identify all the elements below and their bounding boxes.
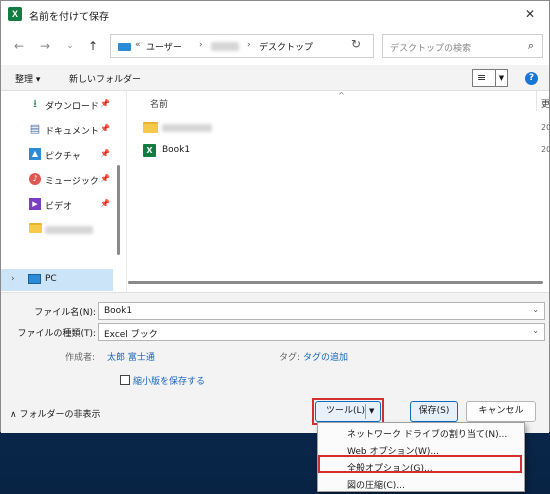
video-icon: ▶ [29, 198, 41, 210]
chevron-down-icon[interactable]: ▼ [495, 70, 507, 86]
expand-chevron-icon[interactable]: › [11, 274, 15, 284]
document-icon: ▤ [29, 122, 41, 135]
tags-value[interactable]: タグの追加 [303, 350, 348, 363]
excel-file-icon: X [143, 144, 156, 157]
sidebar-item-label: ミュージック [45, 177, 99, 187]
menu-item-map-network-drive[interactable]: ネットワーク ドライブの割り当て(N)... [318, 424, 524, 441]
search-box[interactable]: デスクトップの検索 ⌕ [382, 34, 543, 58]
pin-icon: 📌 [100, 149, 110, 158]
excel-app-icon: X [8, 7, 22, 21]
pin-icon: 📌 [100, 174, 110, 183]
filename-field[interactable]: Book1 ⌄ [98, 302, 545, 320]
save-thumbnail-checkbox[interactable] [120, 375, 130, 385]
sidebar-item-documents[interactable]: ▤ ドキュメント 📌 [1, 118, 119, 142]
file-row-book1[interactable]: X Book1 20 [140, 140, 550, 160]
new-folder-button[interactable]: 新しいフォルダー [69, 72, 141, 85]
forward-arrow-icon[interactable]: → [37, 38, 53, 54]
filename-label: ファイル名(N): [34, 308, 96, 318]
file-browser-area: ⭳ ダウンロード 📌 ▤ ドキュメント 📌 ▲ ピクチャ 📌 ♪ ミュージック … [1, 91, 550, 292]
navigation-bar: ← → ⌄ ↑ « ユーザー › › デスクトップ ⌄ デスクトップの検索 ⌕ [1, 27, 549, 65]
search-icon[interactable]: ⌕ [528, 39, 534, 53]
breadcrumb-desktop[interactable]: デスクトップ [259, 40, 313, 53]
save-as-dialog: X 名前を付けて保存 ✕ ← → ⌄ ↑ « ユーザー › › デスクトップ ⌄… [0, 0, 550, 433]
sidebar-item-music[interactable]: ♪ ミュージック 📌 [1, 168, 119, 192]
sidebar-scrollbar[interactable] [117, 165, 120, 255]
file-date: 20 [541, 123, 550, 132]
tags-label: タグ: [279, 353, 301, 363]
redacted-label [45, 226, 93, 237]
save-options-panel: ファイル名(N): Book1 ⌄ ファイルの種類(T): Excel ブック … [1, 292, 549, 433]
file-date: 20 [541, 145, 550, 154]
chevron-down-icon[interactable]: ⌄ [532, 326, 539, 335]
filename-value: Book1 [104, 306, 133, 316]
filetype-label: ファイルの種類(T): [17, 329, 96, 339]
pin-icon: 📌 [100, 124, 110, 133]
sidebar-item-label: ダウンロード [45, 102, 100, 112]
computer-icon [28, 274, 41, 284]
folder-icon [29, 223, 42, 235]
menu-item-compress-pictures[interactable]: 図の圧縮(C)... [318, 475, 524, 492]
hide-folders-toggle[interactable]: ∧ フォルダーの非表示 [10, 407, 100, 420]
cancel-button[interactable]: キャンセル [466, 401, 536, 422]
file-row-folder[interactable]: 20 [140, 118, 550, 138]
file-list: ^ 名前 更 20 X Book1 20 [128, 91, 550, 292]
sidebar-item-redacted-folder[interactable] [1, 218, 119, 242]
recent-locations-chevron-icon[interactable]: ⌄ [62, 38, 78, 54]
location-icon [118, 43, 131, 51]
pin-icon: 📌 [100, 199, 110, 208]
hide-folders-label: フォルダーの非表示 [19, 410, 101, 420]
column-divider[interactable] [536, 91, 537, 111]
horizontal-scrollbar[interactable] [128, 281, 543, 284]
file-name-redacted [162, 124, 212, 135]
sidebar-item-videos[interactable]: ▶ ビデオ 📌 [1, 193, 119, 217]
file-name: Book1 [162, 145, 191, 155]
sidebar-item-label: PC [45, 274, 57, 284]
breadcrumb-username-redacted[interactable] [211, 42, 239, 54]
picture-icon: ▲ [29, 148, 41, 160]
sort-up-icon: ^ [338, 91, 345, 100]
title-bar: X 名前を付けて保存 ✕ [1, 1, 549, 27]
music-icon: ♪ [29, 173, 41, 185]
general-options-highlight-box [318, 455, 522, 473]
pin-icon: 📌 [100, 99, 110, 108]
filetype-value: Excel ブック [104, 330, 158, 340]
breadcrumb-separator: › [199, 40, 203, 50]
organize-menu-button[interactable]: 整理 ▾ [15, 72, 40, 85]
chevron-down-icon[interactable]: ⌄ [532, 305, 539, 314]
address-bar[interactable]: « ユーザー › › デスクトップ ⌄ [110, 34, 441, 58]
navigation-pane: ⭳ ダウンロード 📌 ▤ ドキュメント 📌 ▲ ピクチャ 📌 ♪ ミュージック … [1, 91, 127, 292]
close-icon[interactable]: ✕ [521, 5, 539, 23]
column-header-date[interactable]: 更 [541, 97, 550, 110]
up-arrow-icon[interactable]: ↑ [85, 38, 101, 54]
dialog-title: 名前を付けて保存 [29, 12, 109, 23]
author-value[interactable]: 太郎 富士通 [107, 350, 155, 363]
menu-item-label: ネットワーク ドライブの割り当て(N)... [347, 430, 508, 440]
sidebar-item-label: ドキュメント [45, 127, 100, 137]
folder-icon [143, 122, 158, 133]
back-arrow-icon[interactable]: ← [11, 38, 27, 54]
command-toolbar: 整理 ▾ 新しいフォルダー ≡ ▼ ? [1, 65, 549, 91]
sidebar-item-downloads[interactable]: ⭳ ダウンロード 📌 [1, 93, 119, 117]
save-thumbnail-label[interactable]: 縮小版を保存する [133, 374, 205, 387]
view-options-button[interactable]: ≡ ▼ [472, 69, 508, 87]
menu-item-label: 図の圧縮(C)... [347, 481, 405, 491]
breadcrumb-users[interactable]: ユーザー [146, 40, 182, 53]
list-view-icon: ≡ [477, 71, 487, 84]
tools-highlight-box [312, 398, 384, 425]
download-icon: ⭳ [33, 97, 37, 110]
sidebar-item-label: ビデオ [45, 202, 73, 212]
address-overflow-chevron[interactable]: « [135, 40, 141, 50]
refresh-icon[interactable]: ↻ [351, 37, 361, 51]
help-icon[interactable]: ? [525, 72, 538, 85]
filetype-select[interactable]: Excel ブック ⌄ [98, 323, 545, 341]
sidebar-item-pc[interactable]: › PC [1, 269, 113, 291]
author-label: 作成者: [65, 353, 96, 363]
sidebar-item-pictures[interactable]: ▲ ピクチャ 📌 [1, 143, 119, 167]
search-placeholder: デスクトップの検索 [390, 44, 472, 54]
breadcrumb-separator: › [247, 40, 251, 50]
column-header-name[interactable]: 名前 [150, 97, 168, 110]
sidebar-item-label: ピクチャ [45, 152, 81, 162]
save-button[interactable]: 保存(S) [410, 401, 458, 422]
